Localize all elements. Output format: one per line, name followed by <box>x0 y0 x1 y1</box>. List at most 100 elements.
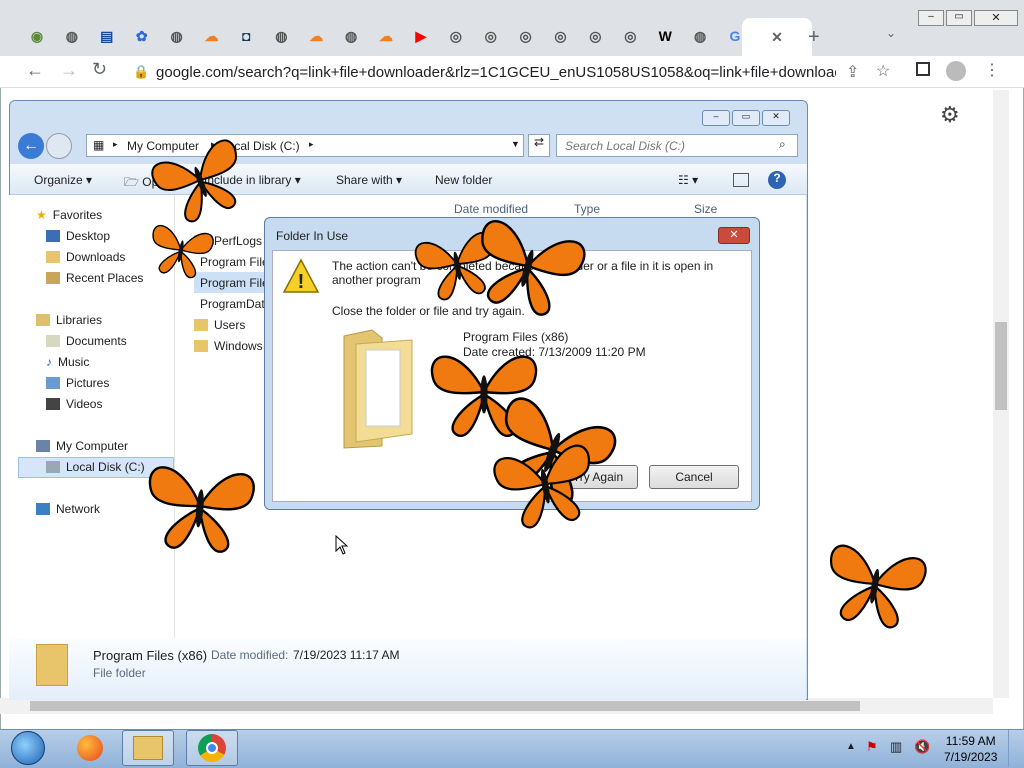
tab-globe[interactable]: ◍ <box>55 20 89 52</box>
globe-favicon-icon: ◍ <box>693 27 707 44</box>
tab-chrome[interactable]: ◎ <box>544 20 578 52</box>
dialog-close-button[interactable]: ✕ <box>718 227 750 244</box>
volume-muted-icon[interactable]: 🔇 <box>914 739 930 755</box>
h-scrollbar-thumb[interactable] <box>30 701 860 711</box>
tab-chrome[interactable]: ◎ <box>439 20 473 52</box>
column-type[interactable]: Type <box>574 202 600 216</box>
new-folder-button[interactable]: New folder <box>435 173 492 187</box>
file-item[interactable]: Windows <box>194 335 264 356</box>
back-icon[interactable]: ← <box>26 60 44 81</box>
details-name: Program Files (x86) <box>93 648 208 663</box>
butterfly-icon <box>136 453 264 559</box>
tab-globe[interactable]: ◍ <box>683 20 717 52</box>
lock-icon[interactable]: 🔒 <box>133 64 149 80</box>
forward-icon[interactable]: → <box>60 60 78 81</box>
chrome-favicon-icon: ◎ <box>554 27 567 44</box>
network-tray-icon[interactable]: ▥ <box>890 739 902 755</box>
explorer-back-icon[interactable]: ← <box>18 133 44 159</box>
refresh-icon[interactable]: ⇄ <box>528 134 550 157</box>
nav-libraries[interactable]: Libraries <box>36 313 102 327</box>
close-tab-icon[interactable]: ✕ <box>771 29 783 46</box>
close-button[interactable]: ✕ <box>974 10 1018 26</box>
nav-documents[interactable]: Documents <box>46 334 127 348</box>
explorer-forward-icon[interactable] <box>46 133 72 159</box>
nav-videos[interactable]: Videos <box>46 397 102 411</box>
folder-icon <box>194 318 208 331</box>
tab-globe[interactable]: ◍ <box>160 20 194 52</box>
share-with-menu[interactable]: Share with ▾ <box>336 173 402 187</box>
star-icon: ★ <box>36 208 47 222</box>
file-item[interactable]: ProgramData <box>194 293 264 314</box>
nav-recent-places[interactable]: Recent Places <box>46 271 143 285</box>
tab-chrome[interactable]: ◎ <box>578 20 612 52</box>
tab-cloud[interactable]: ☁ <box>369 20 403 52</box>
clock-time: 11:59 AM <box>945 734 996 748</box>
nav-network[interactable]: Network <box>36 502 100 516</box>
tab-cloud[interactable]: ☁ <box>299 20 333 52</box>
explorer-maximize[interactable]: ▭ <box>732 110 760 126</box>
help-icon[interactable]: ? <box>768 171 786 189</box>
share-icon[interactable]: ⇪ <box>846 62 859 82</box>
tab-W[interactable]: W <box>648 20 682 52</box>
tab-cloud[interactable]: ☁ <box>195 20 229 52</box>
clock[interactable]: 11:59 AM 7/19/2023 <box>944 733 997 765</box>
nav-favorites[interactable]: ★ Favorites <box>36 208 102 222</box>
nav-downloads[interactable]: Downloads <box>46 250 125 264</box>
tab-capture[interactable]: ◘ <box>229 20 263 52</box>
page-scrollbar[interactable] <box>993 90 1009 698</box>
taskbar-firefox[interactable] <box>66 730 114 766</box>
maximize-button[interactable]: ▭ <box>946 10 972 26</box>
reload-icon[interactable]: ↻ <box>92 59 107 80</box>
profile-avatar[interactable] <box>946 61 966 81</box>
view-options-icon[interactable]: ☷ ▾ <box>678 173 698 187</box>
column-size[interactable]: Size <box>694 202 717 216</box>
capture-favicon-icon: ◘ <box>242 28 251 44</box>
bookmark-star-icon[interactable]: ☆ <box>876 61 890 81</box>
nav-local-disk[interactable]: Local Disk (C:) <box>46 460 145 474</box>
settings-gear-icon[interactable]: ⚙ <box>940 102 960 128</box>
nav-my-computer[interactable]: My Computer <box>36 439 128 453</box>
explorer-address-bar[interactable]: ▦ ▸ My Computer ▸ Local Disk (C:) ▸ ▼ <box>86 134 524 157</box>
tab-chart[interactable]: ▤ <box>90 20 124 52</box>
local-disk-icon <box>46 461 60 473</box>
tab-active[interactable]: ✕ <box>742 18 812 56</box>
tab-cuckoo[interactable]: ◉ <box>20 20 54 52</box>
tab-gear[interactable]: ✿ <box>125 20 159 52</box>
minimize-button[interactable]: – <box>918 10 944 26</box>
nav-pictures[interactable]: Pictures <box>46 376 109 390</box>
folder-icon <box>194 339 208 352</box>
tab-chrome[interactable]: ◎ <box>474 20 508 52</box>
tab-search-icon[interactable]: ⌄ <box>886 26 896 40</box>
preview-pane-icon[interactable] <box>733 173 749 187</box>
recent-places-icon <box>46 272 60 284</box>
explorer-minimize[interactable]: – <box>702 110 730 126</box>
show-hidden-icons[interactable]: ▲ <box>846 741 856 752</box>
tab-globe[interactable]: ◍ <box>334 20 368 52</box>
file-item[interactable]: Users <box>194 314 264 335</box>
menu-icon[interactable]: ⋮ <box>984 60 1000 80</box>
tab-chrome[interactable]: ◎ <box>509 20 543 52</box>
tab-globe[interactable]: ◍ <box>264 20 298 52</box>
new-tab-icon[interactable]: + <box>808 26 820 49</box>
cloud-favicon-icon: ☁ <box>204 27 219 44</box>
taskbar-explorer[interactable] <box>122 730 174 766</box>
organize-menu[interactable]: Organize ▾ <box>34 173 92 187</box>
taskbar-chrome[interactable] <box>186 730 238 766</box>
cancel-button[interactable]: Cancel <box>649 465 739 489</box>
nav-desktop[interactable]: Desktop <box>46 229 110 243</box>
explorer-close[interactable]: ✕ <box>762 110 790 126</box>
tab-youtube[interactable]: ▶ <box>404 20 438 52</box>
cloud-favicon-icon: ☁ <box>379 27 393 44</box>
address-dropdown-icon[interactable]: ▼ <box>511 139 520 149</box>
side-panel-icon[interactable] <box>916 62 930 76</box>
address-bar[interactable]: google.com/search?q=link+file+downloader… <box>156 64 836 81</box>
tab-chrome[interactable]: ◎ <box>613 20 647 52</box>
nav-music[interactable]: ♪ Music <box>46 355 89 369</box>
explorer-search-input[interactable]: Search Local Disk (C:) ⌕ <box>556 134 798 157</box>
start-button[interactable] <box>4 730 52 766</box>
show-desktop-button[interactable] <box>1008 730 1022 767</box>
search-icon[interactable]: ⌕ <box>779 137 786 152</box>
action-center-icon[interactable]: ⚑ <box>866 739 878 755</box>
scrollbar-thumb[interactable] <box>995 322 1007 410</box>
horizontal-scrollbar[interactable] <box>0 698 993 714</box>
